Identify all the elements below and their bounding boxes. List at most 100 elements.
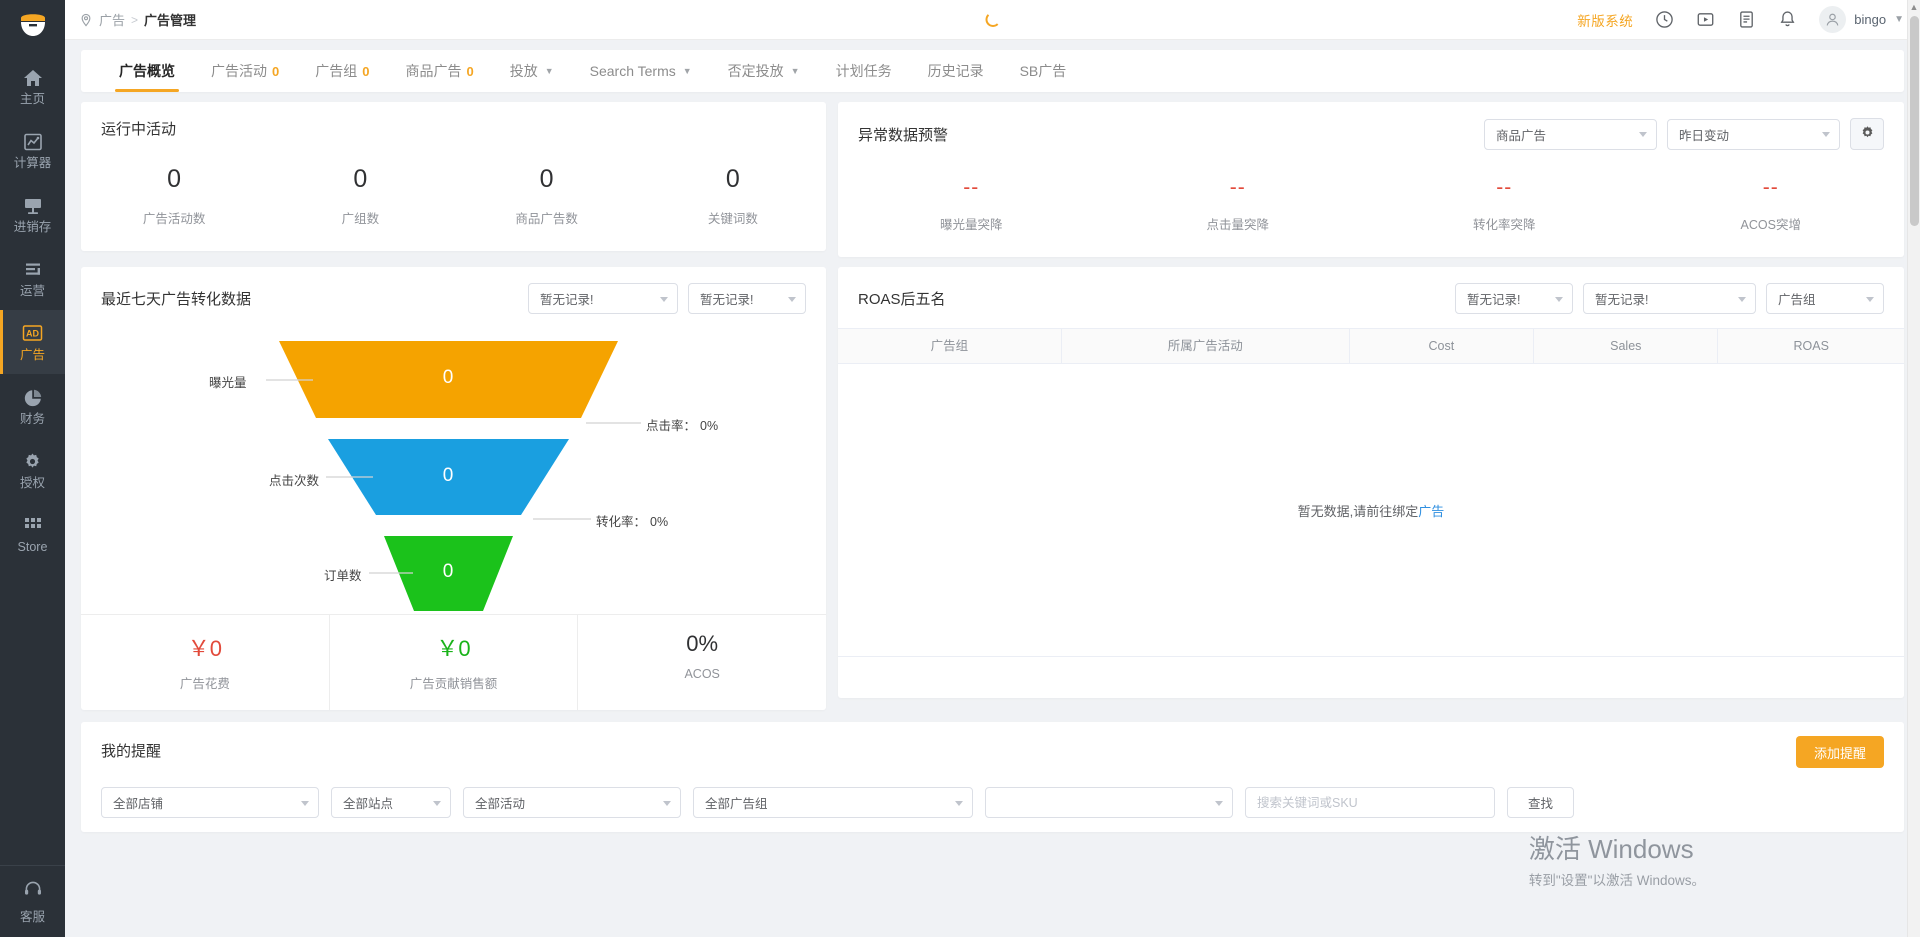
adgroup-filter-select[interactable]: 全部广告组 [693, 787, 973, 818]
tab-label: 计划任务 [835, 63, 892, 79]
clock-icon[interactable] [1655, 10, 1674, 29]
select-value: 昨日变动 [1679, 128, 1730, 143]
loading-spinner-icon [985, 12, 1000, 27]
sidebar-item-calculator[interactable]: 计算器 [0, 118, 65, 182]
roas-shop-select[interactable]: 暂无记录! [1455, 283, 1573, 314]
document-icon[interactable] [1737, 10, 1756, 29]
select-value: 全部店铺 [113, 797, 164, 811]
shop-filter-select[interactable]: 全部店铺 [101, 787, 319, 818]
stat-item: 0% ACOS [577, 615, 826, 710]
ctr-value: 0% [700, 419, 719, 433]
tab-product-ads[interactable]: 商品广告 0 [387, 50, 491, 92]
user-name: bingo [1854, 12, 1887, 27]
site-filter-select[interactable]: 全部站点 [331, 787, 451, 818]
card-header: 运行中活动 [81, 102, 826, 139]
kpi-label: ACOS突增 [1740, 218, 1801, 232]
ad-type-select[interactable]: 商品广告 [1484, 118, 1657, 150]
sidebar-label: Store [17, 539, 48, 554]
card-title: 最近七天广告转化数据 [101, 291, 252, 308]
sidebar-item-authorization[interactable]: 授权 [0, 438, 65, 502]
tab-negative-targeting[interactable]: 否定投放 ▼ [710, 50, 818, 92]
chevron-down-icon: ▼ [682, 66, 692, 76]
sidebar-label: 运营 [19, 283, 45, 298]
card-title: ROAS后五名 [858, 291, 946, 308]
shop-select[interactable]: 暂无记录! [528, 283, 678, 314]
kpi-label: 点击量突降 [1206, 218, 1269, 232]
bind-ad-link[interactable]: 广告 [1418, 501, 1444, 520]
add-reminder-button[interactable]: 添加提醒 [1795, 736, 1884, 768]
reminders-filters: 全部店铺 全部站点 全部活动 全部广告组 查找 [101, 787, 1884, 818]
roas-site-select[interactable]: 暂无记录! [1583, 283, 1756, 314]
select-value: 广告组 [1778, 293, 1816, 307]
kpi-item: -- 点击量突降 [1105, 176, 1372, 233]
running-campaigns-card: 运行中活动 0 广告活动数 0 广组数 0 商品广告数 0 关键词数 [81, 102, 826, 251]
user-menu[interactable]: bingo ▼ [1819, 6, 1904, 33]
tab-search-terms[interactable]: Search Terms ▼ [572, 50, 710, 92]
period-select[interactable]: 昨日变动 [1667, 118, 1840, 150]
windows-activation-watermark: 激活 Windows 转到"设置"以激活 Windows。 [1529, 834, 1705, 889]
select-value: 全部站点 [343, 797, 394, 811]
kpi-value: -- [1229, 176, 1246, 199]
anomaly-alert-card: 异常数据预警 商品广告 昨日变动 -- 曝光量突降 -- 点击量突降 -- 转化… [838, 102, 1904, 257]
sidebar-item-inventory[interactable]: 进销存 [0, 182, 65, 246]
sidebar-item-operations[interactable]: 运营 [0, 246, 65, 310]
topbar-actions: 新版系统 bingo ▼ [1577, 6, 1904, 33]
kpi-label: 关键词数 [707, 212, 758, 226]
page-scrollbar[interactable]: ▲ [1907, 0, 1920, 937]
bell-icon[interactable] [1778, 10, 1797, 29]
kpi-label: 广告活动数 [142, 212, 206, 226]
tab-adgroups[interactable]: 广告组 0 [297, 50, 387, 92]
tab-campaigns[interactable]: 广告活动 0 [193, 50, 297, 92]
chevron-down-icon: ▼ [544, 66, 554, 76]
app-logo[interactable] [0, 0, 65, 48]
campaign-filter-select[interactable]: 全部活动 [463, 787, 681, 818]
stat-value: ￥0 [187, 636, 222, 661]
tab-label: 否定投放 [727, 63, 784, 79]
tab-scheduled-tasks[interactable]: 计划任务 [818, 50, 910, 92]
column-header-campaign: 所属广告活动 [1062, 328, 1350, 364]
sidebar-label: 广告 [19, 347, 45, 362]
sidebar-item-finance[interactable]: 财务 [0, 374, 65, 438]
sidebar-label: 财务 [19, 411, 45, 426]
roas-column: ROAS后五名 暂无记录! 暂无记录! 广告组 广告组 所属广告活动 Cost … [838, 267, 1904, 710]
new-version-link[interactable]: 新版系统 [1577, 10, 1633, 30]
breadcrumb-separator: > [131, 12, 139, 27]
bars-icon [22, 259, 44, 281]
select-value: 暂无记录! [540, 293, 594, 307]
video-play-icon[interactable] [1696, 10, 1715, 29]
breadcrumb-parent[interactable]: 广告 [99, 10, 125, 29]
extra-filter-select[interactable] [985, 787, 1233, 818]
user-avatar-icon [1819, 6, 1847, 33]
tab-label: Search Terms [589, 63, 676, 79]
search-input[interactable] [1245, 787, 1495, 818]
sidebar-label: 授权 [19, 475, 45, 490]
scroll-up-arrow-icon[interactable]: ▲ [1908, 0, 1920, 14]
sidebar-item-ads[interactable]: AD 广告 [0, 310, 65, 374]
tab-targeting[interactable]: 投放 ▼ [492, 50, 572, 92]
sidebar-item-support[interactable]: 客服 [0, 865, 65, 937]
stat-item: ￥0 广告花费 [81, 615, 329, 710]
funnel-summary-stats: ￥0 广告花费 ￥0 广告贡献销售额 0% ACOS [81, 614, 826, 710]
sidebar-item-store[interactable]: Store [0, 502, 65, 566]
kpi-value: 0 [725, 165, 740, 193]
site-select[interactable]: 暂无记录! [688, 283, 806, 314]
tab-label: 广告活动 [211, 63, 267, 79]
tab-label: 广告组 [315, 63, 358, 79]
sidebar-item-home[interactable]: 主页 [0, 54, 65, 118]
tab-history[interactable]: 历史记录 [910, 50, 1002, 92]
scrollbar-thumb[interactable] [1910, 16, 1919, 226]
grid-icon [22, 515, 44, 537]
stat-item: ￥0 广告贡献销售额 [328, 615, 578, 710]
tab-overview[interactable]: 广告概览 [101, 50, 193, 92]
roas-table-header: 广告组 所属广告活动 Cost Sales ROAS [838, 328, 1904, 364]
select-value: 暂无记录! [1595, 293, 1649, 307]
tab-sb-ads[interactable]: SB广告 [1002, 50, 1085, 92]
alert-settings-button[interactable] [1850, 118, 1884, 150]
select-value: 全部活动 [475, 797, 526, 811]
roas-dimension-select[interactable]: 广告组 [1766, 283, 1884, 314]
find-button[interactable]: 查找 [1507, 787, 1575, 818]
kpi-value: -- [1496, 176, 1513, 199]
stat-value: ￥0 [436, 636, 471, 661]
kpi-item: 0 广组数 [267, 165, 453, 227]
kpi-label: 商品广告数 [515, 212, 578, 226]
